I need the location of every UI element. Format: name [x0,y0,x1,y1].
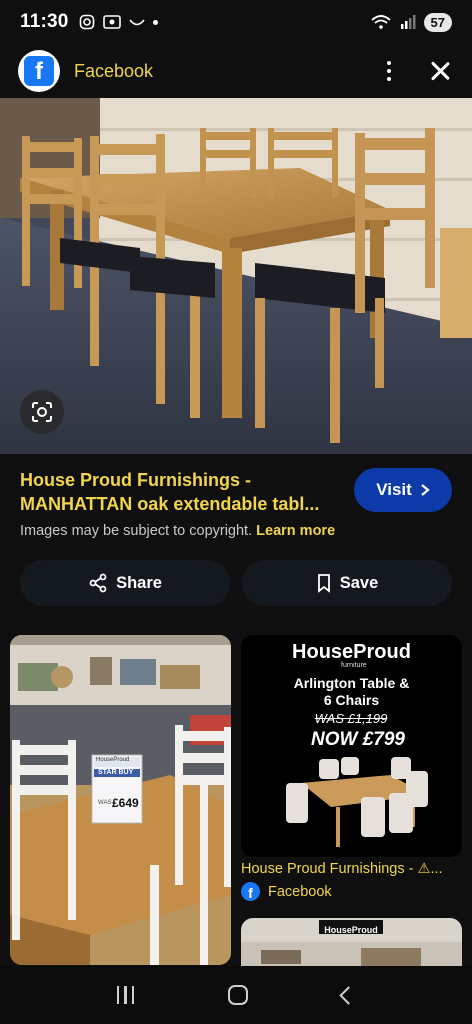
copyright-text: Images may be subject to copyright. [20,523,253,539]
price-tag-label: STAR BUY [98,769,134,776]
visit-label: Visit [376,480,412,499]
system-nav-bar [0,966,472,1024]
copyright-notice: Images may be subject to copyright. Lear… [20,523,335,539]
wifi-icon [370,15,391,29]
share-label: Share [116,573,162,592]
facebook-small-icon: f [241,882,260,901]
was-price: WAS £1,199 [295,710,407,728]
google-lens-button[interactable] [20,390,64,434]
status-bar: 11:30 57 [0,0,472,44]
save-button[interactable]: Save [242,560,452,606]
learn-more-link[interactable]: Learn more [256,523,335,539]
more-options-icon[interactable] [374,56,404,86]
brand-banner: HouseProud [319,920,383,935]
price-tag-was: WAS [98,800,112,806]
dining-set-photo [0,98,472,454]
instagram-icon [79,14,94,30]
title-line-2: MANHATTAN oak extendable tabl... [20,494,320,514]
title-line-1: House Proud Furnishings - [20,470,252,490]
source-header: f Facebook [0,44,472,98]
status-time: 11:30 [20,11,69,32]
lens-icon [32,402,52,422]
share-button[interactable]: Share [20,560,230,606]
headline-line-2: 6 Chairs [323,692,380,708]
now-price: NOW £799 [311,729,405,750]
related-image-2[interactable]: HouseProud furniture Arlington Table & 6… [241,635,462,857]
action-buttons: Share Save [20,560,452,606]
price-tag [91,754,143,824]
facebook-logo-icon[interactable]: f [18,50,60,92]
price-tag-price: £649 [112,796,139,810]
bookmark-icon [317,574,330,593]
visit-button[interactable]: Visit [354,468,452,512]
brand-logo: HouseProud [241,641,462,664]
main-image[interactable] [0,98,472,454]
was-price-text: WAS £1,199 [314,711,388,726]
price-tag-brand: HouseProud [96,757,130,763]
brand-sub: furniture [341,662,367,669]
related-image-1[interactable]: HouseProud STAR BUY WAS £649 [10,635,231,965]
signal-icon [400,15,416,29]
share-icon [89,573,107,593]
save-label: Save [339,573,379,592]
back-icon[interactable] [339,985,358,1005]
table-set-product-image [286,757,428,847]
close-icon[interactable] [426,57,454,85]
chevron-right-icon [421,484,430,496]
headline-line-1: Arlington Table & [293,675,410,691]
brand-name: HouseProud [292,641,411,663]
dot-icon [152,19,158,25]
link-icon [128,19,145,26]
related-source-2[interactable]: f Facebook [241,882,332,901]
brand-banner-text: HouseProud [324,925,378,935]
home-icon[interactable] [228,985,249,1005]
recent-apps-icon[interactable] [116,986,135,1004]
source-name[interactable]: Facebook [74,61,153,82]
promo-headline: Arlington Table & 6 Chairs [241,675,462,709]
related-title-2[interactable]: House Proud Furnishings - ⚠... [241,861,462,877]
notification-icons [79,14,158,30]
related-source-name: Facebook [268,883,332,900]
result-title[interactable]: House Proud Furnishings - MANHATTAN oak … [20,468,345,516]
battery-indicator: 57 [423,12,452,32]
screen-record-icon [102,15,121,29]
